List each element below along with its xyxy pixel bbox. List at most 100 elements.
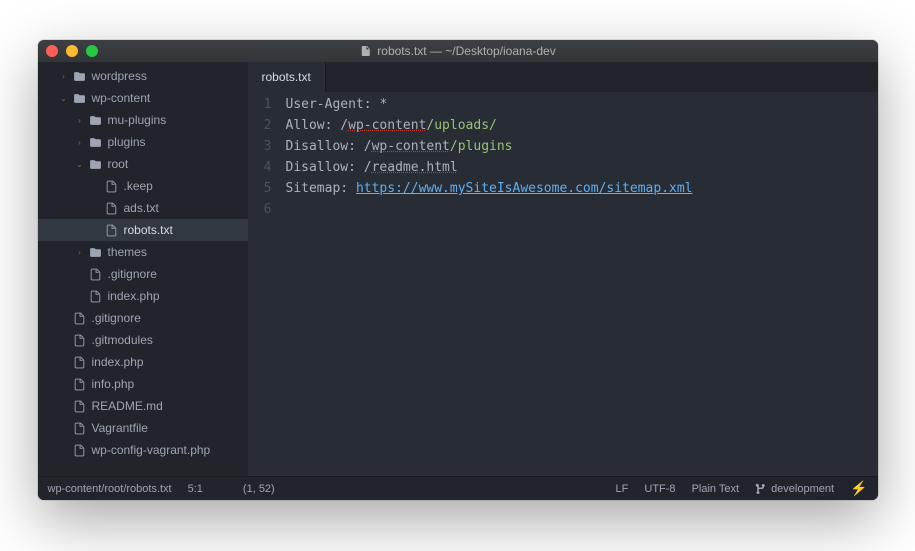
file-icon (72, 312, 87, 325)
line-number[interactable]: 1 (248, 94, 272, 115)
code-line[interactable] (286, 199, 878, 220)
chevron-right-icon[interactable]: › (76, 248, 84, 257)
tree-row-label: .gitignore (92, 311, 141, 325)
content-area: › wordpress ⌄ wp-content › mu-plugins › plugins… (38, 62, 878, 476)
tree-row[interactable]: › mu-plugins (38, 109, 248, 131)
code-line[interactable]: Sitemap: https://www.mySiteIsAwesome.com… (286, 178, 878, 199)
tree-row[interactable]: ⌄ root (38, 153, 248, 175)
code-token: /plugins (450, 139, 513, 154)
maximize-button[interactable] (86, 45, 98, 57)
tree-row[interactable]: index.php (38, 351, 248, 373)
chevron-down-icon[interactable]: ⌄ (60, 94, 68, 103)
file-icon (72, 444, 87, 457)
tree-row[interactable]: › wordpress (38, 65, 248, 87)
editor-window: robots.txt — ~/Desktop/ioana-dev › wordpr… (38, 40, 878, 500)
window-title-text: robots.txt — ~/Desktop/ioana-dev (377, 44, 555, 58)
code-token: * (379, 97, 387, 112)
code-token: : / (325, 118, 348, 133)
minimize-button[interactable] (66, 45, 78, 57)
tree-row[interactable]: index.php (38, 285, 248, 307)
tree-row-label: .keep (124, 179, 153, 193)
tree-row-label: Vagrantfile (92, 421, 148, 435)
line-number[interactable]: 5 (248, 178, 272, 199)
close-button[interactable] (46, 45, 58, 57)
tree-row-label: info.php (92, 377, 135, 391)
titlebar[interactable]: robots.txt — ~/Desktop/ioana-dev (38, 40, 878, 62)
tree-row[interactable]: .gitmodules (38, 329, 248, 351)
tree-row[interactable]: ⌄ wp-content (38, 87, 248, 109)
tree-row-label: robots.txt (124, 223, 173, 237)
git-branch-icon (755, 483, 767, 495)
status-cursor-pos[interactable]: 5:1 (188, 483, 203, 495)
tree-row[interactable]: .keep (38, 175, 248, 197)
tree-row-label: root (108, 157, 129, 171)
line-number[interactable]: 2 (248, 115, 272, 136)
file-icon (72, 356, 87, 369)
tree-row[interactable]: info.php (38, 373, 248, 395)
code-line[interactable]: Allow: /wp-content/uploads/ (286, 115, 878, 136)
window-title: robots.txt — ~/Desktop/ioana-dev (359, 44, 555, 58)
tree-row[interactable]: .gitignore (38, 263, 248, 285)
code-token: /uploads/ (426, 118, 496, 133)
status-encoding[interactable]: UTF-8 (644, 483, 675, 495)
code-area[interactable]: 123456 User-Agent: *Allow: /wp-content/u… (248, 92, 878, 476)
tree-row[interactable]: Vagrantfile (38, 417, 248, 439)
tree-row[interactable]: wp-config-vagrant.php (38, 439, 248, 461)
line-number[interactable]: 3 (248, 136, 272, 157)
code-lines[interactable]: User-Agent: *Allow: /wp-content/uploads/… (286, 94, 878, 476)
tree-row-label: index.php (108, 289, 160, 303)
file-icon (104, 202, 119, 215)
code-token: Allow (286, 118, 325, 133)
tab-label: robots.txt (262, 70, 311, 84)
tree-row[interactable]: › plugins (38, 131, 248, 153)
tree-row-label: wp-content (92, 91, 151, 105)
code-token: Disallow (286, 139, 349, 154)
code-token: https://www.mySiteIsAwesome.com/sitemap.… (356, 181, 693, 196)
chevron-right-icon[interactable]: › (76, 116, 84, 125)
tree-row[interactable]: README.md (38, 395, 248, 417)
tree-row-label: mu-plugins (108, 113, 167, 127)
code-line[interactable]: User-Agent: * (286, 94, 878, 115)
tree-row[interactable]: ads.txt (38, 197, 248, 219)
folder-open-icon (72, 92, 87, 105)
folder-open-icon (72, 70, 87, 83)
code-line[interactable]: Disallow: /wp-content/plugins (286, 136, 878, 157)
status-branch[interactable]: development (771, 483, 834, 495)
file-icon (104, 180, 119, 193)
status-path[interactable]: wp-content/root/robots.txt (48, 483, 172, 495)
tree-row[interactable]: ›themes (38, 241, 248, 263)
status-eol[interactable]: LF (616, 483, 629, 495)
file-icon (72, 422, 87, 435)
squirrel-icon[interactable]: ⚡ (850, 480, 867, 497)
file-icon (72, 378, 87, 391)
tree-row[interactable]: robots.txt (38, 219, 248, 241)
tree-row-label: wordpress (92, 69, 147, 83)
traffic-lights (46, 45, 98, 57)
file-icon (359, 45, 371, 57)
line-number[interactable]: 4 (248, 157, 272, 178)
status-grammar[interactable]: Plain Text (692, 483, 740, 495)
tree-row-label: index.php (92, 355, 144, 369)
file-icon (104, 224, 119, 237)
code-token: : (340, 181, 356, 196)
status-ruler[interactable]: (1, 52) (243, 483, 275, 495)
line-number[interactable]: 6 (248, 199, 272, 220)
code-line[interactable]: Disallow: /readme.html (286, 157, 878, 178)
code-token: : (364, 97, 380, 112)
tree-row[interactable]: .gitignore (38, 307, 248, 329)
tree-row-label: .gitignore (108, 267, 157, 281)
tree-row-label: plugins (108, 135, 146, 149)
tree-row-label: .gitmodules (92, 333, 153, 347)
file-tree[interactable]: › wordpress ⌄ wp-content › mu-plugins › plugins… (38, 62, 248, 476)
chevron-right-icon[interactable]: › (76, 138, 84, 147)
tree-row-label: README.md (92, 399, 163, 413)
tab[interactable]: robots.txt (248, 62, 326, 92)
tree-row-label: ads.txt (124, 201, 159, 215)
code-token: wp-content (372, 139, 450, 154)
editor-pane: robots.txt 123456 User-Agent: *Allow: /w… (248, 62, 878, 476)
tab-bar: robots.txt (248, 62, 878, 92)
code-token: Sitemap (286, 181, 341, 196)
chevron-right-icon[interactable]: › (60, 72, 68, 81)
chevron-down-icon[interactable]: ⌄ (76, 160, 84, 169)
file-icon (88, 290, 103, 303)
